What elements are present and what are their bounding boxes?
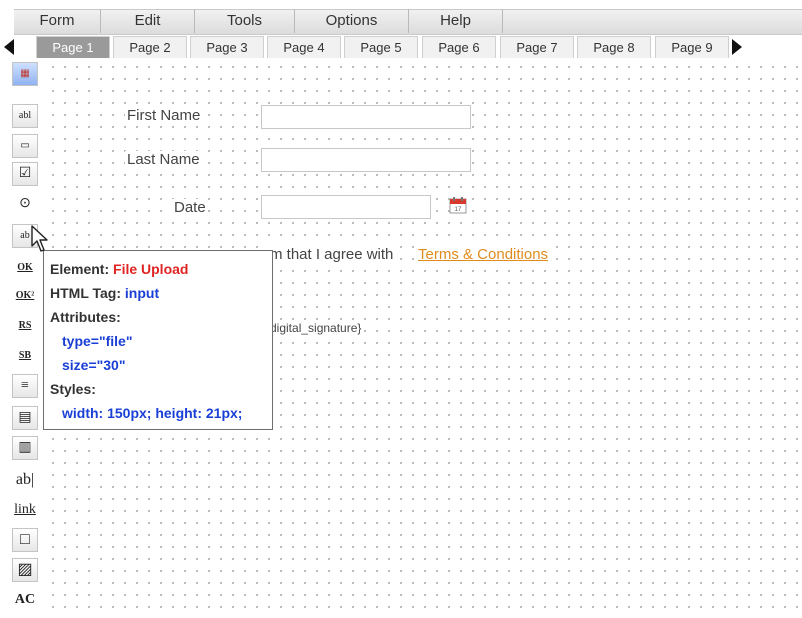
mouse-cursor-icon: [31, 225, 48, 252]
label-icon[interactable]: ab|: [12, 468, 38, 492]
tooltip-element-label: Element:: [50, 261, 110, 277]
calendar-icon[interactable]: 17: [449, 196, 467, 214]
reset-button-icon[interactable]: RS: [12, 314, 38, 338]
tooltip-attributes-label: Attributes:: [50, 309, 121, 325]
menu-tools[interactable]: Tools: [195, 9, 295, 33]
tooltip-tag-value: input: [124, 285, 160, 301]
captcha-icon[interactable]: AC: [12, 588, 38, 612]
signature-placeholder: digital_signature}: [268, 321, 364, 335]
tooltip-styles-value: width: 150px; height: 21px;: [62, 405, 243, 421]
tab-page-3[interactable]: Page 3: [190, 36, 264, 58]
menu-options[interactable]: Options: [295, 9, 409, 33]
tab-page-4[interactable]: Page 4: [267, 36, 341, 58]
tab-page-8[interactable]: Page 8: [577, 36, 651, 58]
list-icon[interactable]: ≡: [12, 374, 38, 398]
textbox-icon[interactable]: abl: [12, 104, 38, 128]
svg-text:17: 17: [455, 207, 462, 213]
tooltip-element-row: Element: File Upload: [50, 257, 266, 281]
button-ok2-icon[interactable]: OK²: [12, 284, 38, 308]
tab-page-1[interactable]: Page 1: [36, 36, 110, 58]
listbox-icon[interactable]: ▥: [12, 436, 38, 460]
element-toolbar: ▦ abl ▭ ☑ ⊙ ab OK OK² RS SB ≡ ▤ ▥ ab| li…: [0, 58, 44, 618]
image-icon[interactable]: ▨: [12, 558, 38, 582]
date-field[interactable]: [261, 195, 431, 219]
tooltip-tag-label: HTML Tag:: [50, 285, 122, 301]
tab-page-5[interactable]: Page 5: [344, 36, 418, 58]
button-ok-icon[interactable]: OK: [12, 256, 38, 280]
dropdown-icon[interactable]: ▤: [12, 406, 38, 430]
checkbox-icon[interactable]: ☑: [12, 162, 38, 186]
submit-button-icon[interactable]: SB: [12, 344, 38, 368]
radio-icon[interactable]: ⊙: [12, 192, 38, 216]
form-properties-icon[interactable]: ▦: [12, 62, 38, 86]
tooltip-element-value: File Upload: [113, 261, 189, 277]
link-icon[interactable]: link: [12, 498, 38, 522]
tab-page-2[interactable]: Page 2: [113, 36, 187, 58]
tab-page-7[interactable]: Page 7: [500, 36, 574, 58]
last-name-field[interactable]: [261, 148, 471, 172]
tooltip-styles-label: Styles:: [50, 381, 96, 397]
page-tabs: Page 1 Page 2 Page 3 Page 4 Page 5 Page …: [4, 36, 802, 58]
menu-form[interactable]: Form: [14, 9, 101, 33]
menu-edit[interactable]: Edit: [101, 9, 195, 33]
first-name-label: First Name: [125, 107, 203, 124]
tab-page-6[interactable]: Page 6: [422, 36, 496, 58]
tab-page-9[interactable]: Page 9: [655, 36, 729, 58]
tab-scroll-right-icon[interactable]: [732, 39, 742, 55]
first-name-field[interactable]: [261, 105, 471, 129]
date-label: Date: [172, 199, 208, 216]
tooltip-attribute-size: size="30": [62, 357, 126, 373]
terms-link[interactable]: Terms & Conditions: [418, 246, 549, 263]
textarea-icon[interactable]: ▭: [12, 134, 38, 158]
menu-help[interactable]: Help: [409, 9, 503, 33]
panel-icon[interactable]: □: [12, 528, 38, 552]
tab-scroll-left-icon[interactable]: [4, 39, 14, 55]
element-tooltip: Element: File Upload HTML Tag: input Att…: [43, 250, 273, 430]
last-name-label: Last Name: [125, 151, 202, 168]
agree-text: m that I agree with: [268, 246, 396, 263]
tooltip-attribute-type: type="file": [62, 333, 133, 349]
tooltip-tag-row: HTML Tag: input: [50, 281, 266, 305]
menu-bar: Form Edit Tools Options Help: [0, 0, 802, 35]
